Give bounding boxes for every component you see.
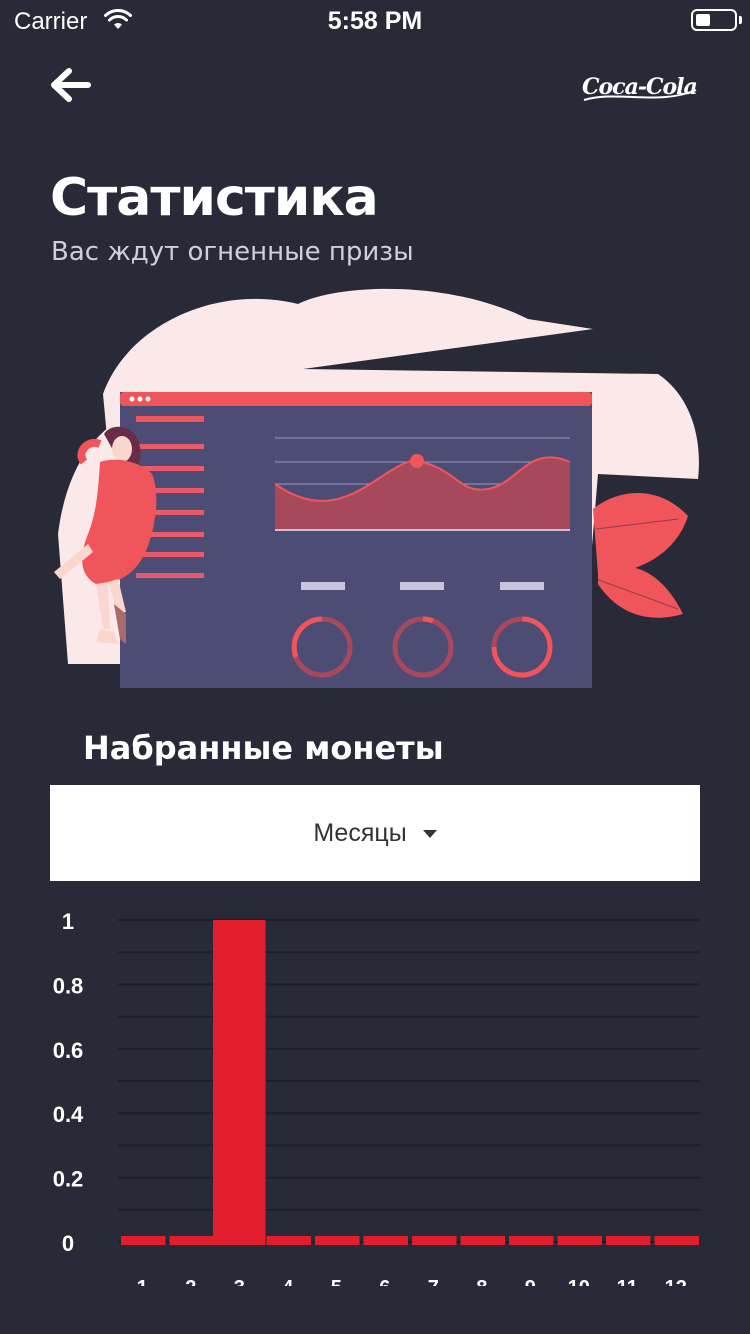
- y-tick-label: 0.8: [53, 973, 84, 998]
- chart-bottom-edge: [0, 1286, 750, 1334]
- battery-icon: [691, 9, 737, 31]
- bar-10: [557, 1236, 602, 1245]
- dashboard-window: [120, 392, 592, 688]
- bar-4: [266, 1236, 311, 1245]
- coca-cola-logo: Coca-Cola: [582, 74, 698, 101]
- caret-down-icon: [422, 830, 437, 838]
- y-tick-label: 1: [62, 909, 74, 934]
- logo-wordmark: Coca-Cola: [582, 74, 697, 100]
- statistics-illustration: [54, 288, 699, 688]
- back-button[interactable]: [44, 60, 98, 114]
- page-title: Статистика: [50, 168, 379, 228]
- window-titlebar: [120, 392, 592, 406]
- bar-2: [169, 1236, 214, 1245]
- y-tick-label: 0.6: [53, 1038, 84, 1063]
- section-title: Набранные монеты: [83, 729, 444, 767]
- bar-1: [121, 1236, 166, 1245]
- status-time: 5:58 PM: [327, 7, 423, 35]
- battery-cap: [739, 16, 742, 24]
- bar-5: [315, 1236, 360, 1245]
- y-tick-label: 0.2: [53, 1167, 84, 1192]
- leaves-decoration: [593, 492, 688, 618]
- bar-9: [509, 1236, 554, 1245]
- statistics-screen: Carrier 5:58 PM Coca-Cola Статистика Вас…: [0, 0, 750, 1334]
- page-subtitle: Вас ждут огненные призы: [51, 237, 414, 267]
- coins-bar-chart: 00.20.40.60.81123456789101112: [0, 909, 750, 1334]
- bar-11: [606, 1236, 651, 1245]
- bar-8: [460, 1236, 505, 1245]
- bar-12: [654, 1236, 699, 1245]
- period-select[interactable]: Месяцы: [50, 785, 700, 881]
- y-tick-label: 0.4: [53, 1102, 84, 1127]
- status-bar: Carrier 5:58 PM: [0, 0, 750, 40]
- period-select-value: Месяцы: [313, 818, 407, 847]
- bar-3: [213, 920, 266, 1245]
- bar-6: [363, 1236, 408, 1245]
- bar-7: [412, 1236, 457, 1245]
- arrow-left-icon: [51, 68, 91, 102]
- y-tick-label: 0: [62, 1231, 74, 1256]
